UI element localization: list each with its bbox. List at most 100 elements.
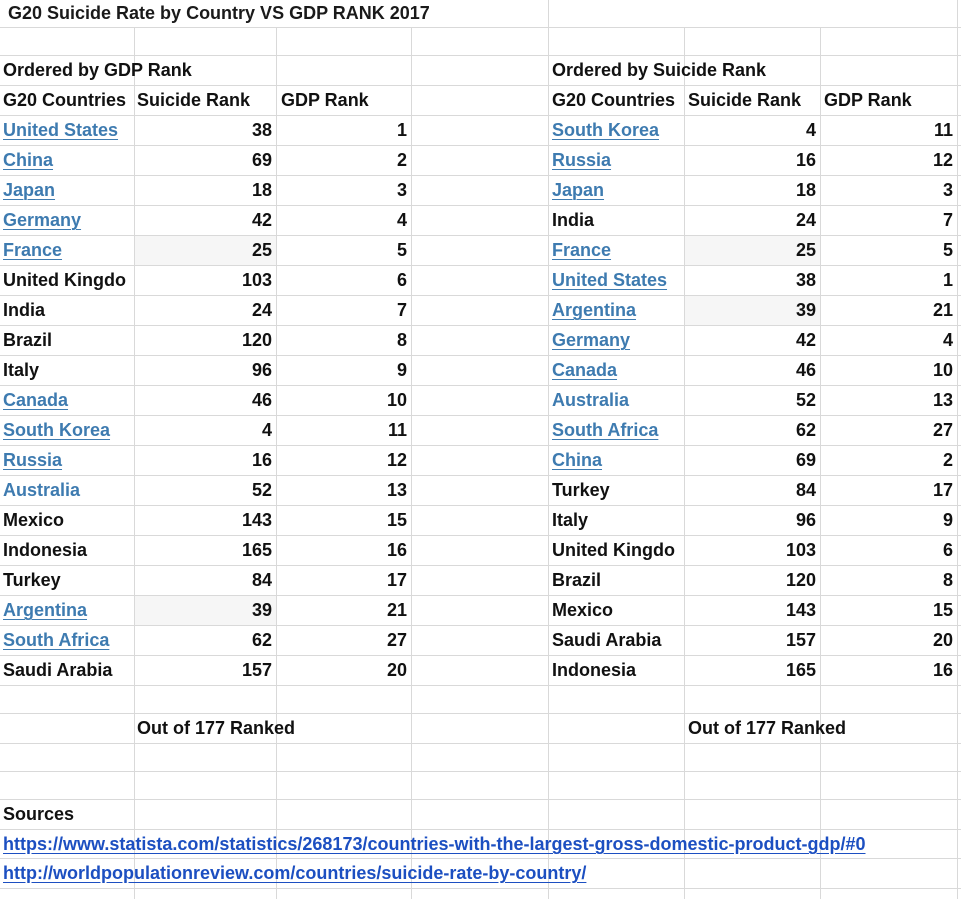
suicide-rank-cell: 143 (785, 600, 816, 620)
gdp-rank-cell: 6 (942, 540, 953, 560)
country-link[interactable]: South Korea (3, 420, 110, 440)
country-link[interactable]: Australia (552, 390, 629, 410)
country-link[interactable]: South Africa (3, 630, 109, 650)
suicide-rank-cell: 69 (795, 450, 816, 470)
country-link[interactable]: South Africa (552, 420, 658, 440)
left-header-suicide-rank: Suicide Rank (137, 90, 251, 110)
country-cell: Germany (0, 205, 134, 235)
gdp-rank-cell: 9 (396, 360, 407, 380)
country-name: Saudi Arabia (3, 660, 113, 680)
country-name: United Kingdo (3, 270, 126, 290)
gridline-horizontal (0, 888, 961, 889)
gdp-rank-cell: 2 (942, 450, 953, 470)
country-link[interactable]: Russia (552, 150, 611, 170)
country-link[interactable]: Argentina (3, 600, 87, 620)
gdp-rank-cell: 21 (386, 600, 407, 620)
country-link[interactable]: United States (552, 270, 667, 290)
country-cell: Japan (0, 175, 134, 205)
country-cell: South Africa (548, 415, 684, 445)
country-cell: Japan (548, 175, 684, 205)
gridline-horizontal (0, 743, 961, 744)
source-link-worldpopulationreview[interactable]: http://worldpopulationreview.com/countri… (3, 863, 586, 883)
country-link[interactable]: France (3, 240, 62, 260)
suicide-rank-cell: 46 (251, 390, 272, 410)
country-link[interactable]: France (552, 240, 611, 260)
country-name: Mexico (3, 510, 65, 530)
suicide-rank-cell: 52 (251, 480, 272, 500)
gdp-rank-cell: 7 (396, 300, 407, 320)
gdp-rank-cell: 7 (942, 210, 953, 230)
suicide-rank-cell: 84 (251, 570, 272, 590)
country-cell: Russia (0, 445, 134, 475)
suicide-rank-cell: 25 (135, 236, 276, 265)
suicide-rank-cell: 157 (785, 630, 816, 650)
suicide-rank-cell: 103 (241, 270, 272, 290)
country-name: Mexico (552, 600, 614, 620)
gdp-rank-cell: 3 (396, 180, 407, 200)
country-cell: Mexico (548, 595, 684, 625)
right-table-caption: Ordered by Suicide Rank (552, 60, 767, 80)
country-cell: Australia (0, 475, 134, 505)
country-cell: France (548, 235, 684, 265)
country-name: Italy (3, 360, 40, 380)
country-link[interactable]: Argentina (552, 300, 636, 320)
suicide-rank-cell: 39 (135, 596, 276, 625)
suicide-rank-cell: 42 (251, 210, 272, 230)
suicide-rank-cell: 16 (795, 150, 816, 170)
gdp-rank-cell: 15 (932, 600, 953, 620)
suicide-rank-cell: 4 (805, 120, 816, 140)
country-cell: Italy (0, 355, 134, 385)
country-cell: United States (0, 115, 134, 145)
country-name: Indonesia (3, 540, 88, 560)
country-link[interactable]: Australia (3, 480, 80, 500)
country-link[interactable]: Japan (552, 180, 604, 200)
gdp-rank-cell: 20 (932, 630, 953, 650)
gdp-rank-cell: 8 (396, 330, 407, 350)
right-footnote: Out of 177 Ranked (688, 718, 847, 738)
suicide-rank-cell: 96 (795, 510, 816, 530)
country-cell: Argentina (548, 295, 684, 325)
country-link[interactable]: United States (3, 120, 118, 140)
country-link[interactable]: China (552, 450, 602, 470)
country-link[interactable]: South Korea (552, 120, 659, 140)
country-link[interactable]: China (3, 150, 53, 170)
gdp-rank-cell: 5 (396, 240, 407, 260)
country-cell: France (0, 235, 134, 265)
gridline-vertical (957, 27, 958, 899)
country-link[interactable]: Canada (552, 360, 617, 380)
gdp-rank-cell: 10 (386, 390, 407, 410)
country-link[interactable]: Germany (552, 330, 630, 350)
country-name: Turkey (3, 570, 61, 590)
country-cell: Turkey (548, 475, 684, 505)
country-cell: Saudi Arabia (548, 625, 684, 655)
left-footnote: Out of 177 Ranked (137, 718, 296, 738)
left-header-gdp-rank: GDP Rank (281, 90, 369, 110)
country-link[interactable]: Japan (3, 180, 55, 200)
suicide-rank-cell: 69 (251, 150, 272, 170)
country-name: Turkey (552, 480, 610, 500)
gdp-rank-cell: 15 (386, 510, 407, 530)
country-name: United Kingdo (552, 540, 675, 560)
gdp-rank-cell: 12 (386, 450, 407, 470)
gridline-horizontal (0, 27, 961, 28)
country-name: Brazil (3, 330, 53, 350)
country-cell: Argentina (0, 595, 134, 625)
country-link[interactable]: Canada (3, 390, 68, 410)
suicide-rank-cell: 46 (795, 360, 816, 380)
gridline-vertical (548, 0, 549, 27)
suicide-rank-cell: 120 (241, 330, 272, 350)
source-link-row: https://www.statista.com/statistics/2681… (0, 829, 961, 859)
gdp-rank-cell: 1 (396, 120, 407, 140)
country-cell: Canada (0, 385, 134, 415)
gdp-rank-cell: 11 (387, 420, 407, 440)
country-cell: Brazil (548, 565, 684, 595)
suicide-rank-cell: 96 (251, 360, 272, 380)
country-link[interactable]: Russia (3, 450, 62, 470)
gdp-rank-cell: 11 (933, 120, 953, 140)
country-cell: United States (548, 265, 684, 295)
country-link[interactable]: Germany (3, 210, 81, 230)
source-link-row: http://worldpopulationreview.com/countri… (0, 858, 961, 888)
gdp-rank-cell: 5 (942, 240, 953, 260)
source-link-statista[interactable]: https://www.statista.com/statistics/2681… (3, 834, 866, 854)
suicide-rank-cell: 16 (251, 450, 272, 470)
